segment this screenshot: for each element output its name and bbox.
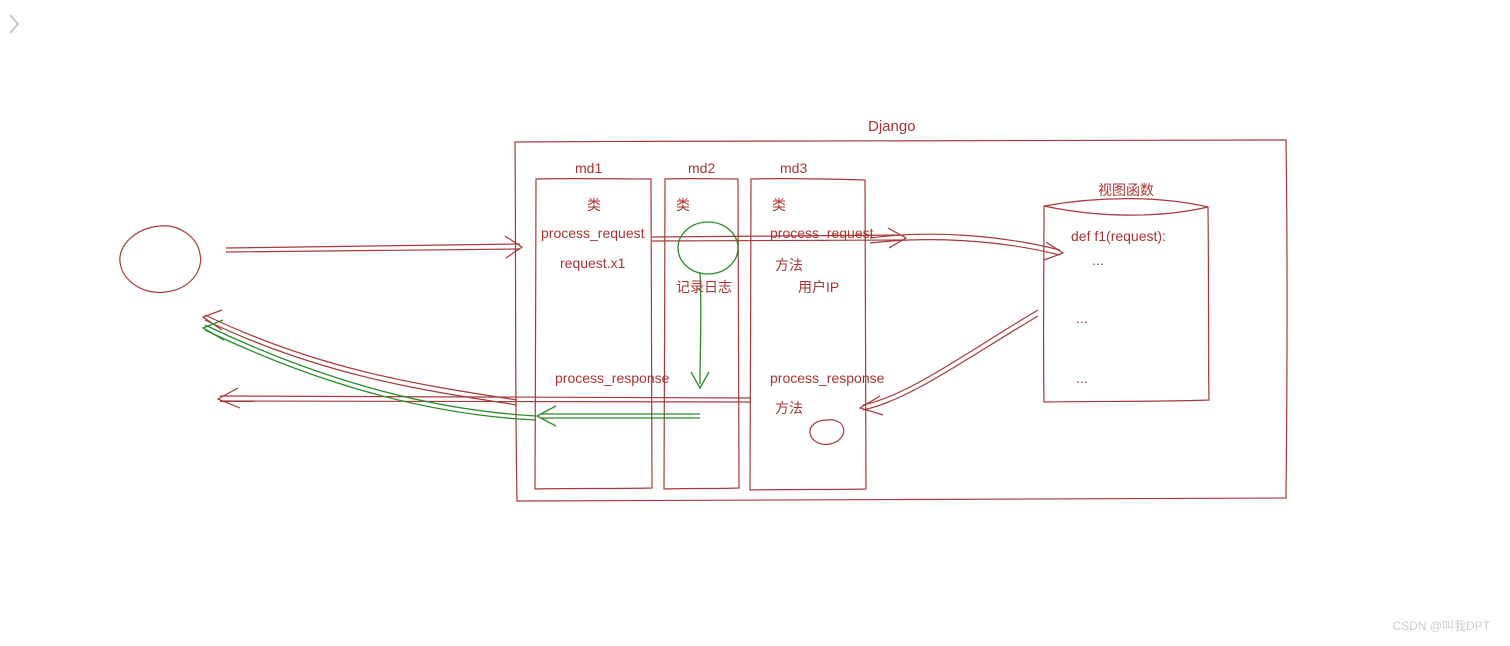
watermark: CSDN @叫我DPT xyxy=(1392,617,1490,634)
md3-method2: 方法 xyxy=(775,398,803,418)
md3-class: 类 xyxy=(772,195,786,215)
view-title: 视图函数 xyxy=(1098,180,1154,200)
md3-process-request: process_request xyxy=(770,225,874,241)
view-line2: ... xyxy=(1092,252,1104,268)
md1-request-attr: request.x1 xyxy=(560,255,625,271)
md3-method: 方法 xyxy=(775,255,803,275)
md2-log: 记录日志 xyxy=(676,277,732,297)
md3-userip: 用户IP xyxy=(798,277,839,297)
md3-process-response: process_response xyxy=(770,370,884,386)
md1-title: md1 xyxy=(575,160,602,176)
view-line3: ... xyxy=(1076,310,1088,326)
md1-process-request: process_request xyxy=(541,225,645,241)
view-line4: ... xyxy=(1076,370,1088,386)
view-line1: def f1(request): xyxy=(1071,228,1166,244)
md1-process-response: process_response xyxy=(555,370,669,386)
md2-title: md2 xyxy=(688,160,715,176)
md2-class: 类 xyxy=(676,195,690,215)
md1-class: 类 xyxy=(587,195,601,215)
md3-title: md3 xyxy=(780,160,807,176)
container-title: Django xyxy=(868,118,916,135)
